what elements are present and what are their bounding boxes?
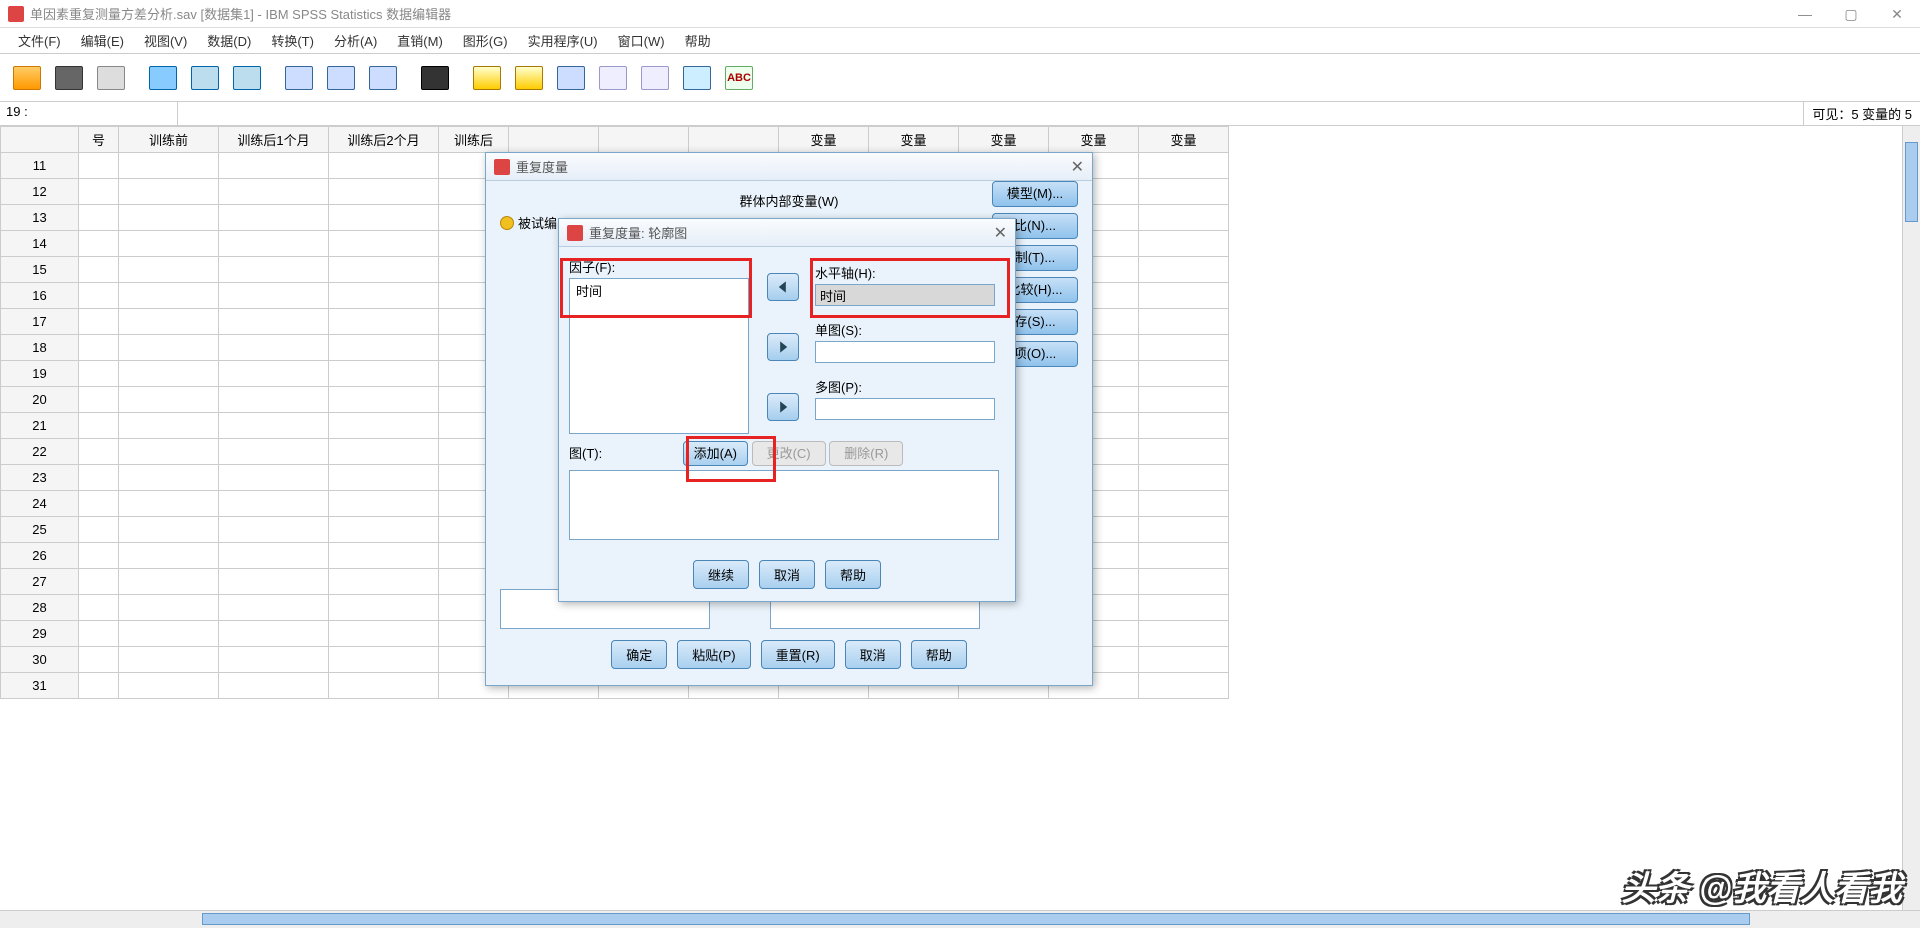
visible-vars-info: 可见：5 变量的 5	[1803, 102, 1920, 125]
toolbar: ABC	[0, 54, 1920, 102]
recall-icon[interactable]	[144, 59, 182, 97]
factors-label: 因子(F):	[569, 257, 749, 276]
dialog2-title: 重复度量: 轮廓图	[589, 223, 994, 242]
use-sets-icon[interactable]	[636, 59, 674, 97]
plots-listbox[interactable]	[569, 470, 999, 540]
horizontal-axis-input[interactable]	[815, 284, 995, 306]
separate-plots-label: 多图(P):	[815, 377, 995, 396]
dialog-icon	[494, 159, 510, 175]
menu-window[interactable]: 窗口(W)	[608, 31, 675, 50]
factors-listbox[interactable]: 时间	[569, 278, 749, 434]
dialog1-titlebar[interactable]: 重复度量 ✕	[486, 153, 1092, 181]
plots-label: 图(T):	[569, 443, 679, 462]
dialog2-titlebar[interactable]: 重复度量: 轮廓图 ✕	[559, 219, 1015, 247]
cell-value[interactable]	[178, 102, 1803, 125]
window-controls: — ▢ ✕	[1782, 0, 1920, 28]
undo-icon[interactable]	[186, 59, 224, 97]
menu-file[interactable]: 文件(F)	[8, 31, 71, 50]
spellcheck-icon[interactable]: ABC	[720, 59, 758, 97]
move-to-haxis-button[interactable]	[767, 273, 799, 301]
name-bar: 19 : 可见：5 变量的 5	[0, 102, 1920, 126]
vertical-scrollbar[interactable]	[1902, 126, 1920, 910]
reset-button[interactable]: 重置(R)	[761, 640, 835, 669]
continue-button[interactable]: 继续	[693, 560, 749, 589]
menu-bar: 文件(F) 编辑(E) 视图(V) 数据(D) 转换(T) 分析(A) 直销(M…	[0, 28, 1920, 54]
window-title: 单因素重复测量方差分析.sav [数据集1] - IBM SPSS Statis…	[30, 4, 451, 23]
separate-lines-input[interactable]	[815, 341, 995, 363]
menu-view[interactable]: 视图(V)	[134, 31, 197, 50]
print-icon[interactable]	[92, 59, 130, 97]
separate-lines-label: 单图(S):	[815, 320, 995, 339]
app-icon	[8, 6, 24, 22]
close-button[interactable]: ✕	[1874, 0, 1920, 28]
dialog1-bottom-buttons: 确定 粘贴(P) 重置(R) 取消 帮助	[486, 640, 1092, 669]
paste-button[interactable]: 粘贴(P)	[677, 640, 750, 669]
value-labels-icon[interactable]	[594, 59, 632, 97]
cancel-button[interactable]: 取消	[845, 640, 901, 669]
menu-graphs[interactable]: 图形(G)	[453, 31, 518, 50]
select-cases-icon[interactable]	[552, 59, 590, 97]
separate-plots-input[interactable]	[815, 398, 995, 420]
redo-icon[interactable]	[228, 59, 266, 97]
menu-edit[interactable]: 编辑(E)	[71, 31, 134, 50]
menu-directmarketing[interactable]: 直销(M)	[387, 31, 453, 50]
help-button[interactable]: 帮助	[911, 640, 967, 669]
goto-case-icon[interactable]	[280, 59, 318, 97]
horizontal-axis-label: 水平轴(H):	[815, 263, 995, 282]
show-all-icon[interactable]	[678, 59, 716, 97]
cancel2-button[interactable]: 取消	[759, 560, 815, 589]
menu-utilities[interactable]: 实用程序(U)	[518, 31, 608, 50]
left-list-label: 被试编	[518, 213, 557, 232]
dialog2-footer: 继续 取消 帮助	[559, 560, 1015, 589]
add-button[interactable]: 添加(A)	[683, 441, 748, 466]
move-to-sepplots-button[interactable]	[767, 393, 799, 421]
save-icon[interactable]	[50, 59, 88, 97]
dialog-icon	[567, 225, 583, 241]
menu-help[interactable]: 帮助	[675, 31, 721, 50]
menu-transform[interactable]: 转换(T)	[261, 31, 324, 50]
profile-plots-dialog: 重复度量: 轮廓图 ✕ 因子(F): 时间 水平轴(H): 单图(S): 多图(…	[558, 218, 1016, 602]
menu-data[interactable]: 数据(D)	[197, 31, 261, 50]
variable-type-icon	[500, 216, 514, 230]
horizontal-scrollbar[interactable]	[0, 910, 1920, 928]
ok-button[interactable]: 确定	[611, 640, 667, 669]
dialog1-title: 重复度量	[516, 157, 1071, 176]
find-icon[interactable]	[416, 59, 454, 97]
menu-analyze[interactable]: 分析(A)	[324, 31, 387, 50]
open-icon[interactable]	[8, 59, 46, 97]
minimize-button[interactable]: —	[1782, 0, 1828, 28]
dialog2-close-icon[interactable]: ✕	[994, 223, 1007, 243]
window-titlebar: 单因素重复测量方差分析.sav [数据集1] - IBM SPSS Statis…	[0, 0, 1920, 28]
maximize-button[interactable]: ▢	[1828, 0, 1874, 28]
cell-reference[interactable]: 19 :	[0, 102, 178, 125]
factor-item[interactable]: 时间	[570, 279, 748, 302]
within-subject-label: 群体内部变量(W)	[502, 191, 1076, 210]
goto-var-icon[interactable]	[322, 59, 360, 97]
variables-icon[interactable]	[364, 59, 402, 97]
help2-button[interactable]: 帮助	[825, 560, 881, 589]
move-to-seplines-button[interactable]	[767, 333, 799, 361]
remove-button: 删除(R)	[829, 441, 903, 466]
change-button: 更改(C)	[752, 441, 826, 466]
split-icon[interactable]	[468, 59, 506, 97]
model-button[interactable]: 模型(M)...	[992, 181, 1078, 207]
weight-icon[interactable]	[510, 59, 548, 97]
dialog1-close-icon[interactable]: ✕	[1071, 157, 1084, 177]
